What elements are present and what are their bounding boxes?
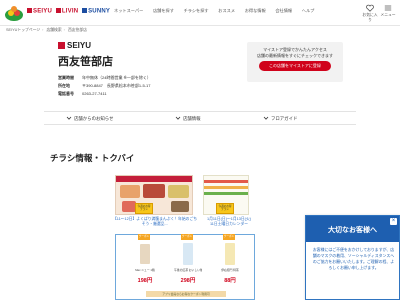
breadcrumb-home[interactable]: SEIYUトップページ xyxy=(6,28,40,32)
global-nav: ネットスーパー 店舗を探す チラシを探す おススメ お得な情報 会社情報 ヘルプ xyxy=(114,8,323,14)
register-mystore-button[interactable]: この店舗をマイストアに登録 xyxy=(259,61,331,71)
flyer-badge-1: 今週のお得 チラシ xyxy=(135,203,153,214)
product-label-2: 午後の紅茶 おいしい無糖 xyxy=(174,268,202,272)
notice-header: 大切なお客様へ × xyxy=(306,216,399,242)
product-price-3: 88円 xyxy=(224,278,236,284)
site-header: SEIYU LIVIN SUNNY ネットスーパー 店舗を探す チラシを探す お… xyxy=(0,0,400,26)
tab-floor-guide[interactable]: フロアガイド xyxy=(263,115,297,122)
flyer-caption-1[interactable]: 【11～12日】よくばり満腹まんぷく！年始のごちそう・厳選品… xyxy=(112,217,198,227)
nav-net-super[interactable]: ネットスーパー xyxy=(114,8,143,13)
coupon-footer: アプリ会員ならお得なクーポン利用可 xyxy=(146,291,226,297)
heart-icon xyxy=(366,4,374,12)
product-image-3 xyxy=(225,243,235,265)
close-icon[interactable]: × xyxy=(390,218,397,225)
nav-company[interactable]: 会社情報 xyxy=(275,8,292,13)
breadcrumb: SEIYUトップページ › 店舗検索 › 西友笹部店 xyxy=(6,28,87,32)
coupon-tag-3: クーポン xyxy=(223,234,235,240)
favorite-button[interactable]: お気に入り xyxy=(362,4,378,23)
hamburger-icon xyxy=(384,5,392,11)
product-price-2: 298円 xyxy=(180,278,196,284)
brand-logo-text[interactable]: SEIYU LIVIN SUNNY xyxy=(27,8,110,15)
notice-title: 大切なお客様へ xyxy=(328,227,377,234)
menu-button[interactable]: メニュー xyxy=(380,4,396,18)
store-brand-logo: SEIYU xyxy=(58,41,91,50)
tab-store-info[interactable]: 店舗情報 xyxy=(175,115,201,122)
product-label-1: Mac ニュー 1箱 xyxy=(135,268,155,272)
store-info-table: 営業時間 年中無休（24時間営業 ※一部を除く） 所在地 〒390-8847 長野県… xyxy=(58,75,151,99)
breadcrumb-current: 西友笹部店 xyxy=(67,28,87,32)
menu-label: メニュー xyxy=(380,13,396,17)
product-label-3: 伊右衛門 特茶 xyxy=(221,268,239,272)
customer-notice-popup: 大切なお客様へ × お客様にはご不便をおかけしておりますが、店舗のマスクの着用、… xyxy=(305,215,400,300)
product-image-2 xyxy=(183,243,193,265)
mystore-message: マイストア登録でかんたんアクセス 店舗の最新情報をすぐにチェックできます xyxy=(257,47,333,58)
nav-help[interactable]: ヘルプ xyxy=(302,8,315,13)
mystore-register-box: マイストア登録でかんたんアクセス 店舗の最新情報をすぐにチェックできます この店… xyxy=(247,42,343,82)
page-title: 西友笹部店 xyxy=(58,56,113,68)
tab-store-news[interactable]: 店舗からのお知らせ xyxy=(66,115,113,122)
info-row-hours: 営業時間 年中無休（24時間営業 ※一部を除く） xyxy=(58,75,151,80)
chevron-down-icon xyxy=(175,116,181,120)
product-image-1 xyxy=(140,244,150,264)
nav-flyer-search[interactable]: チラシを探す xyxy=(184,8,209,13)
notice-body: お客様にはご不便をおかけしておりますが、店舗のマスクの着用、ソーシャルディスタン… xyxy=(312,247,395,270)
chevron-down-icon xyxy=(263,116,269,120)
flyer-badge-2: 今週のお得 チラシ xyxy=(216,203,234,214)
flyer-thumbnail-1[interactable] xyxy=(115,175,193,215)
favorite-label: お気に入り xyxy=(362,13,378,22)
coupon-panel[interactable]: クーポン クーポン クーポン Mac ニュー 1箱 午後の紅茶 おいしい無糖 伊… xyxy=(115,234,255,300)
nav-store-search[interactable]: 店舗を探す xyxy=(153,8,174,13)
nav-recommend[interactable]: おススメ xyxy=(218,8,235,13)
product-price-1: 198円 xyxy=(137,278,153,284)
coupon-tag-2: クーポン xyxy=(181,234,193,240)
nav-deals[interactable]: お得な情報 xyxy=(245,8,266,13)
chevron-down-icon xyxy=(66,116,72,120)
breadcrumb-store-search[interactable]: 店舗検索 xyxy=(46,28,61,32)
info-row-phone: 電話番号 0263-27-7411 xyxy=(58,91,107,96)
coupon-tag-1: クーポン xyxy=(138,234,150,240)
info-row-address: 所在地 〒390-8847 長野県松本市笹部1-5-17 xyxy=(58,83,151,88)
seiyu-mascot-logo[interactable] xyxy=(4,4,24,22)
flyer-caption-2[interactable]: 1月11日(日)～1月13日(火) 11日土曜日カレンダー xyxy=(200,217,258,227)
flyer-section-title: チラシ情報・トクバイ xyxy=(50,153,135,163)
store-tabs: 店舗からのお知らせ 店舗情報 フロアガイド xyxy=(44,111,356,125)
